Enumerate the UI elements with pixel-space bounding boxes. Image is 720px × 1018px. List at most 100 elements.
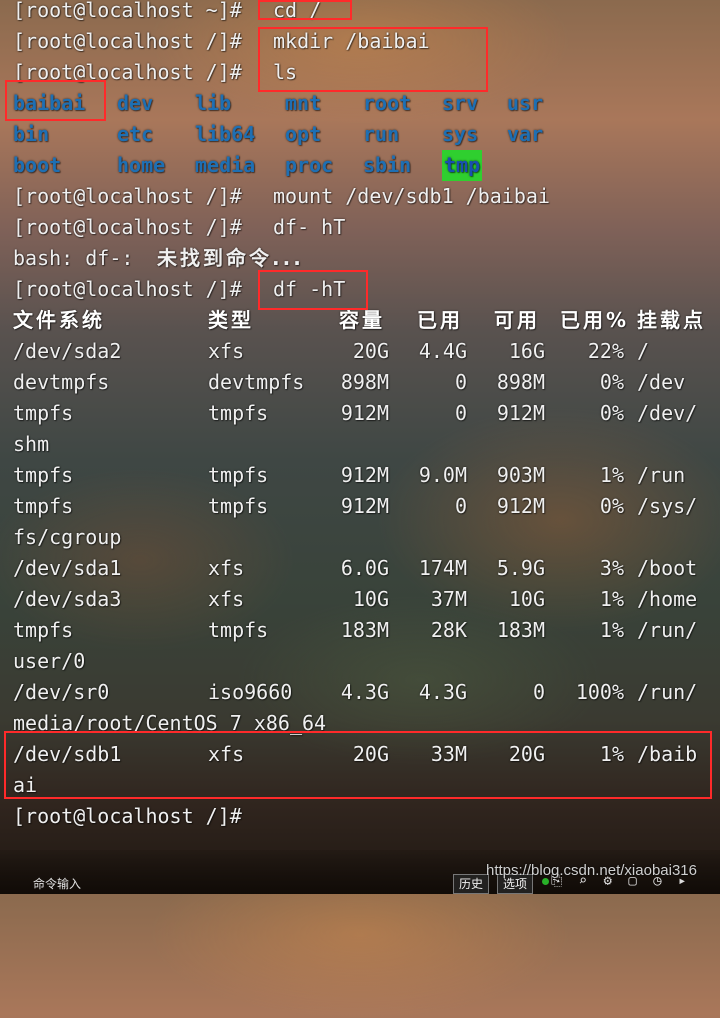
df-size: 912M [340, 463, 389, 487]
df-header-avail: 可用 [494, 308, 540, 332]
df-avail: 0 [532, 680, 545, 704]
df-avail: 903M [496, 463, 545, 487]
dir-entry: run [363, 122, 400, 146]
df-type: xfs [208, 587, 245, 611]
df-row: tmpfs tmpfs 912M 0 912M 0% /dev/ [13, 398, 697, 429]
dir-entry: sbin [363, 153, 412, 177]
df-use-pct: 22% [587, 339, 624, 363]
df-used: 174M [418, 556, 467, 580]
highlight-box-sdb1 [4, 731, 712, 799]
df-type: xfs [208, 556, 245, 580]
highlight-box-mkdir-ls [258, 27, 488, 92]
watermark: https://blog.csdn.net/xiaobai316 [486, 862, 697, 879]
df-header-type: 类型 [208, 308, 254, 332]
highlight-box-df [258, 270, 368, 310]
df-header-used: 已用 [417, 308, 463, 332]
dir-entry: mnt [285, 91, 322, 115]
df-used: 4.3G [418, 680, 467, 704]
df-row: /dev/sda2 xfs 20G 4.4G 16G 22% / [13, 336, 649, 367]
df-mount: /sys/ [637, 494, 698, 518]
df-mount-continued: shm [13, 432, 50, 456]
df-size: 4.3G [340, 680, 389, 704]
df-avail: 10G [508, 587, 545, 611]
dir-entry: etc [117, 122, 154, 146]
df-used: 28K [430, 618, 467, 642]
df-use-pct: 0% [599, 370, 624, 394]
df-row: devtmpfs devtmpfs 898M 0 898M 0% /dev [13, 367, 685, 398]
df-filesystem: tmpfs [13, 463, 74, 487]
df-filesystem: tmpfs [13, 618, 74, 642]
df-mount: /dev [637, 370, 686, 394]
df-row-wrap: fs/cgroup [13, 522, 121, 553]
df-used: 37M [430, 587, 467, 611]
shell-prompt: [root@localhost /]# [13, 277, 254, 301]
ls-output-row: bin etc lib64 opt run sys var [13, 119, 543, 150]
df-filesystem: devtmpfs [13, 370, 110, 394]
terminal-line: [root@localhost /]# df- hT [13, 212, 345, 243]
df-use-pct: 0% [599, 494, 624, 518]
terminal-line: [root@localhost /]# [13, 801, 242, 832]
df-mount: /boot [637, 556, 698, 580]
df-use-pct: 3% [599, 556, 624, 580]
df-mount: / [637, 339, 650, 363]
dir-entry: lib [195, 91, 232, 115]
df-avail: 5.9G [496, 556, 545, 580]
ls-output-row: boot home media proc sbin tmp [13, 150, 483, 181]
dir-entry: bin [13, 122, 50, 146]
df-mount-continued: user/0 [13, 649, 86, 673]
df-filesystem: /dev/sr0 [13, 680, 110, 704]
terminal-output[interactable]: [root@localhost ~]# cd / [root@localhost… [0, 0, 720, 850]
dir-entry: lib64 [195, 122, 256, 146]
df-size: 10G [352, 587, 389, 611]
df-size: 898M [340, 370, 389, 394]
df-size: 912M [340, 401, 389, 425]
shell-prompt: [root@localhost ~]# [13, 0, 254, 22]
df-row: /dev/sda3 xfs 10G 37M 10G 1% /home [13, 584, 697, 615]
df-header-filesystem: 文件系统 [13, 308, 105, 332]
df-filesystem: /dev/sda1 [13, 556, 122, 580]
shell-prompt: [root@localhost /]# [13, 29, 254, 53]
df-header-mount: 挂载点 [637, 308, 706, 332]
df-mount: /run/ [637, 680, 698, 704]
dir-entry: var [507, 122, 544, 146]
df-size: 6.0G [340, 556, 389, 580]
df-mount: /home [637, 587, 698, 611]
dir-entry: proc [285, 153, 334, 177]
terminal-line: [root@localhost /]# mount /dev/sdb1 /bai… [13, 181, 550, 212]
df-row-wrap: user/0 [13, 646, 85, 677]
highlight-box-cd [258, 0, 352, 20]
dir-entry-tmp: tmp [442, 150, 483, 181]
dir-entry: root [363, 91, 412, 115]
df-type: xfs [208, 339, 245, 363]
df-header-use-pct: 已用% [560, 308, 630, 332]
df-mount-continued: fs/cgroup [13, 525, 122, 549]
df-row: tmpfs tmpfs 912M 0 912M 0% /sys/ [13, 491, 697, 522]
error-prefix: bash: df-: [13, 246, 146, 270]
df-row: /dev/sda1 xfs 6.0G 174M 5.9G 3% /boot [13, 553, 697, 584]
dir-entry: boot [13, 153, 62, 177]
dir-entry: opt [285, 122, 322, 146]
df-used: 0 [454, 494, 467, 518]
df-filesystem: tmpfs [13, 401, 74, 425]
df-row: tmpfs tmpfs 183M 28K 183M 1% /run/ [13, 615, 697, 646]
df-mount: /run/ [637, 618, 698, 642]
df-mount: /run [637, 463, 686, 487]
error-message: bash: df-: 未找到命令... [13, 243, 301, 274]
df-type: devtmpfs [208, 370, 305, 394]
shell-prompt: [root@localhost /]# [13, 215, 254, 239]
df-use-pct: 0% [599, 401, 624, 425]
df-size: 912M [340, 494, 389, 518]
df-size: 183M [340, 618, 389, 642]
df-type: tmpfs [208, 463, 269, 487]
df-type: tmpfs [208, 401, 269, 425]
dir-entry: home [117, 153, 166, 177]
dir-entry: srv [442, 91, 479, 115]
df-used: 4.4G [418, 339, 467, 363]
df-type: tmpfs [208, 618, 269, 642]
df-row: tmpfs tmpfs 912M 9.0M 903M 1% /run [13, 460, 685, 491]
command-input-label[interactable]: 命令输入 [33, 875, 81, 892]
shell-prompt: [root@localhost /]# [13, 804, 254, 828]
shell-prompt: [root@localhost /]# [13, 184, 254, 208]
terminal-line: [root@localhost ~]# cd / [13, 0, 321, 26]
history-button[interactable]: 历史 [453, 874, 490, 894]
